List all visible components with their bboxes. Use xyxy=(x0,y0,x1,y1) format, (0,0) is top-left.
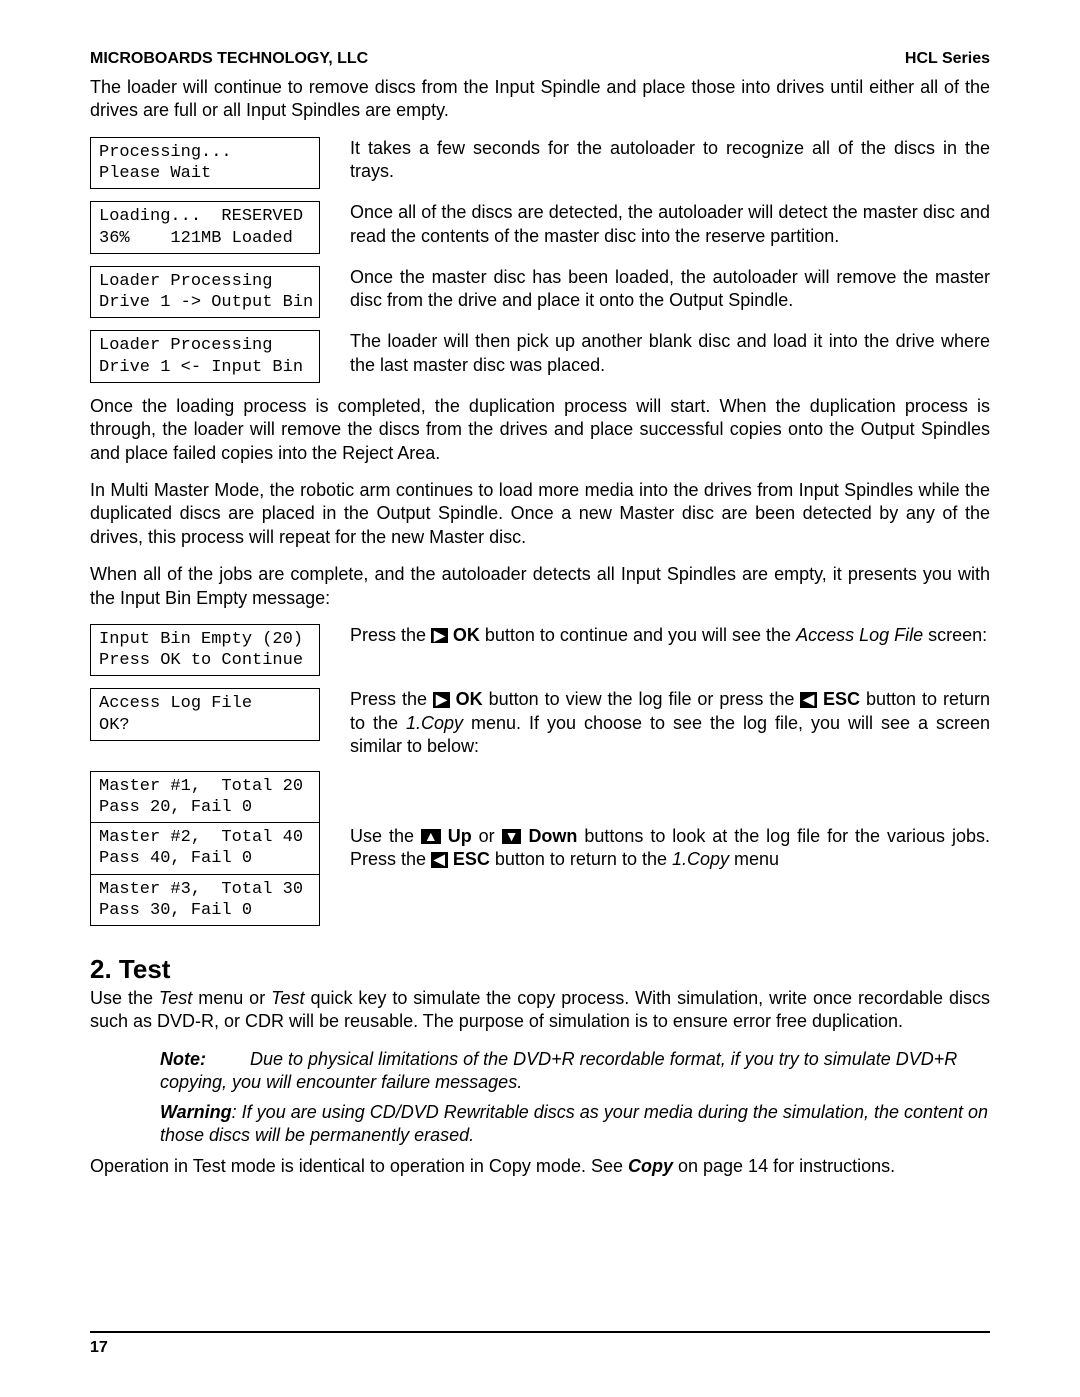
desc-bin-empty: Press the ▶ OK button to continue and yo… xyxy=(350,624,990,647)
text-fragment: or xyxy=(472,826,502,846)
step-row-input: Loader Processing Drive 1 <- Input Bin T… xyxy=(90,330,990,383)
text-fragment: button to view the log file or press the xyxy=(483,689,801,709)
step-row-bin-empty: Input Bin Empty (20) Press OK to Continu… xyxy=(90,624,990,677)
ok-label: OK xyxy=(453,625,480,645)
text-fragment: on page 14 for instructions. xyxy=(673,1156,895,1176)
paragraph-jobs-complete: When all of the jobs are complete, and t… xyxy=(90,563,990,610)
ok-label: OK xyxy=(456,689,483,709)
esc-button-icon: ◀ xyxy=(800,692,817,707)
section-heading-test: 2. Test xyxy=(90,954,990,985)
italic-access-log: Access Log File xyxy=(796,625,923,645)
lcd-log-1: Master #1, Total 20 Pass 20, Fail 0 xyxy=(90,771,320,824)
text-fragment: Press the xyxy=(350,689,433,709)
lcd-log-stack: Master #1, Total 20 Pass 20, Fail 0 Mast… xyxy=(90,771,320,927)
down-button-icon: ▼ xyxy=(502,829,522,844)
lcd-output: Loader Processing Drive 1 -> Output Bin xyxy=(90,266,320,319)
header-right: HCL Series xyxy=(905,50,990,68)
desc-processing: It takes a few seconds for the autoloade… xyxy=(350,137,990,184)
esc-label: ESC xyxy=(453,849,490,869)
step-row-loading: Loading... RESERVED 36% 121MB Loaded Onc… xyxy=(90,201,990,254)
page-number: 17 xyxy=(90,1339,108,1356)
text-fragment: button to continue and you will see the xyxy=(480,625,796,645)
note-label: Note: xyxy=(160,1048,250,1071)
note-block: Note:Due to physical limitations of the … xyxy=(160,1048,990,1095)
up-label: Up xyxy=(448,826,472,846)
desc-access-log: Press the ▶ OK button to view the log fi… xyxy=(350,688,990,758)
italic-test: Test xyxy=(271,988,304,1008)
text-fragment: menu or xyxy=(192,988,271,1008)
lcd-log-3: Master #3, Total 30 Pass 30, Fail 0 xyxy=(90,875,320,927)
italic-test: Test xyxy=(159,988,192,1008)
text-fragment: Use the xyxy=(90,988,159,1008)
text-fragment: menu xyxy=(729,849,779,869)
page-footer: 17 xyxy=(90,1331,990,1357)
test-paragraph-2: Operation in Test mode is identical to o… xyxy=(90,1155,990,1178)
step-row-processing: Processing... Please Wait It takes a few… xyxy=(90,137,990,190)
text-fragment: button to return to the xyxy=(490,849,672,869)
lcd-input: Loader Processing Drive 1 <- Input Bin xyxy=(90,330,320,383)
paragraph-multi-master: In Multi Master Mode, the robotic arm co… xyxy=(90,479,990,549)
desc-output: Once the master disc has been loaded, th… xyxy=(350,266,990,313)
italic-copy-menu: 1.Copy xyxy=(406,713,463,733)
down-label: Down xyxy=(528,826,577,846)
ok-button-icon: ▶ xyxy=(431,628,448,643)
step-row-output: Loader Processing Drive 1 -> Output Bin … xyxy=(90,266,990,319)
warning-label: Warning xyxy=(160,1101,232,1124)
step-row-access-log: Access Log File OK? Press the ▶ OK butto… xyxy=(90,688,990,758)
text-fragment: Press the xyxy=(350,625,431,645)
step-row-log-entries: Master #1, Total 20 Pass 20, Fail 0 Mast… xyxy=(90,771,990,927)
desc-input: The loader will then pick up another bla… xyxy=(350,330,990,377)
intro-paragraph: The loader will continue to remove discs… xyxy=(90,76,990,123)
test-paragraph-1: Use the Test menu or Test quick key to s… xyxy=(90,987,990,1034)
note-body: Due to physical limitations of the DVD+R… xyxy=(160,1049,957,1092)
desc-log-entries: Use the ▲ Up or ▼ Down buttons to look a… xyxy=(350,825,990,872)
text-fragment: Use the xyxy=(350,826,421,846)
header-left: MICROBOARDS TECHNOLOGY, LLC xyxy=(90,50,368,68)
bold-italic-copy: Copy xyxy=(628,1156,673,1176)
lcd-processing: Processing... Please Wait xyxy=(90,137,320,190)
page-header: MICROBOARDS TECHNOLOGY, LLC HCL Series xyxy=(90,50,990,68)
esc-label: ESC xyxy=(823,689,860,709)
lcd-log-2: Master #2, Total 40 Pass 40, Fail 0 xyxy=(90,823,320,875)
document-page: MICROBOARDS TECHNOLOGY, LLC HCL Series T… xyxy=(0,0,1080,1397)
text-fragment: Operation in Test mode is identical to o… xyxy=(90,1156,628,1176)
ok-button-icon: ▶ xyxy=(433,692,450,707)
warning-block: Warning: If you are using CD/DVD Rewrita… xyxy=(160,1101,990,1148)
esc-button-icon: ◀ xyxy=(431,852,448,867)
lcd-loading: Loading... RESERVED 36% 121MB Loaded xyxy=(90,201,320,254)
desc-loading: Once all of the discs are detected, the … xyxy=(350,201,990,248)
lcd-access-log: Access Log File OK? xyxy=(90,688,320,741)
paragraph-loading-complete: Once the loading process is completed, t… xyxy=(90,395,990,465)
italic-copy-menu: 1.Copy xyxy=(672,849,729,869)
text-fragment: screen: xyxy=(923,625,987,645)
up-button-icon: ▲ xyxy=(421,829,441,844)
lcd-bin-empty: Input Bin Empty (20) Press OK to Continu… xyxy=(90,624,320,677)
warning-body: : If you are using CD/DVD Rewritable dis… xyxy=(160,1102,988,1145)
